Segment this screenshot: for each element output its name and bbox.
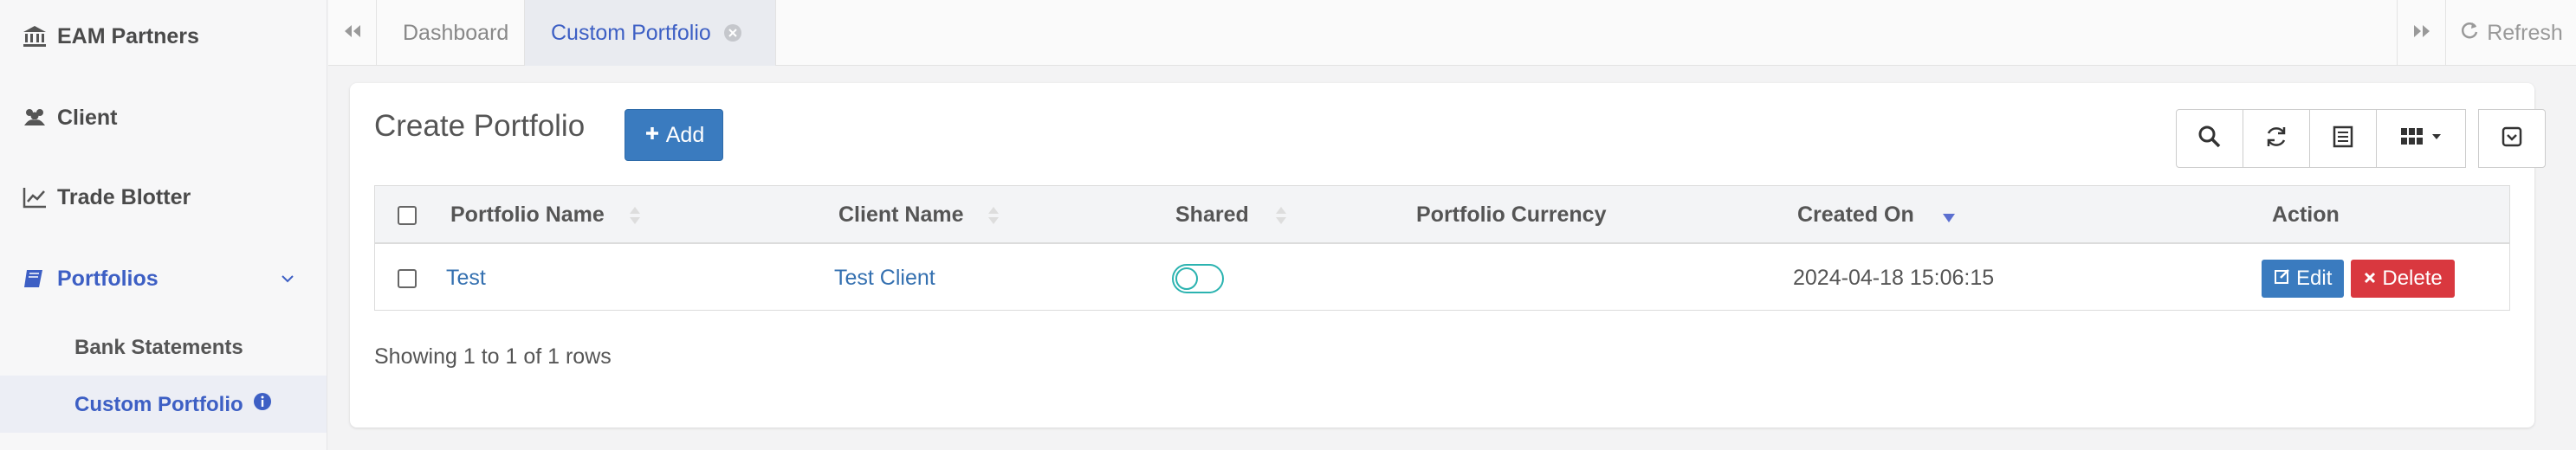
sort-icon bbox=[629, 205, 641, 226]
double-chevron-left-icon bbox=[341, 20, 364, 47]
column-shared[interactable]: Shared bbox=[1175, 186, 1287, 244]
tab-label: Dashboard bbox=[403, 20, 509, 45]
list-icon bbox=[2331, 125, 2355, 153]
sidebar-item-portfolios[interactable]: Portfolios bbox=[21, 261, 307, 296]
column-label: Created On bbox=[1797, 202, 1914, 227]
sidebar-subitem-label: Custom Portfolio bbox=[74, 392, 243, 416]
toggle-knob bbox=[1175, 267, 1198, 290]
edit-button-label: Edit bbox=[2296, 266, 2333, 290]
column-client-name[interactable]: Client Name bbox=[838, 186, 1000, 244]
column-label: Portfolio Currency bbox=[1416, 202, 1607, 227]
column-label: Portfolio Name bbox=[450, 202, 605, 227]
select-all-cell bbox=[398, 186, 417, 244]
refresh-table-button[interactable] bbox=[2243, 109, 2310, 168]
sidebar-item-eam-partners[interactable]: EAM Partners bbox=[21, 19, 199, 54]
book-icon bbox=[21, 265, 49, 292]
shared-toggle[interactable] bbox=[1172, 263, 1224, 293]
sidebar-item-client[interactable]: Client bbox=[21, 100, 117, 135]
delete-button[interactable]: Delete bbox=[2351, 259, 2455, 298]
grid-icon bbox=[2399, 125, 2424, 153]
columns-dropdown-button[interactable] bbox=[2376, 109, 2466, 168]
sidebar-subitem-custom-portfolio[interactable]: Custom Portfolio bbox=[74, 391, 273, 418]
search-icon bbox=[2197, 124, 2223, 154]
delete-button-label: Delete bbox=[2382, 266, 2443, 290]
column-label: Client Name bbox=[838, 202, 964, 227]
row-checkbox[interactable] bbox=[398, 268, 417, 288]
close-icon[interactable] bbox=[723, 23, 742, 42]
page-title: Create Portfolio bbox=[374, 109, 586, 143]
tab-bar: Dashboard Custom Portfolio Refresh bbox=[328, 0, 2576, 66]
export-dropdown-icon bbox=[2500, 125, 2524, 153]
action-cell: Edit Delete bbox=[2262, 246, 2455, 311]
add-button-label: Add bbox=[665, 122, 705, 147]
portfolio-name-link[interactable]: Test bbox=[446, 246, 486, 311]
portfolio-card: Create Portfolio Add Portfolio Name Clie… bbox=[350, 83, 2546, 428]
plus-icon bbox=[644, 123, 661, 148]
tab-scroll-left-button[interactable] bbox=[328, 0, 377, 66]
chevron-down-icon[interactable] bbox=[274, 265, 301, 292]
toggle-view-button[interactable] bbox=[2309, 109, 2377, 168]
edit-icon bbox=[2274, 267, 2291, 291]
tab-label: Custom Portfolio bbox=[551, 20, 711, 45]
sidebar-subitem-label: Bank Statements bbox=[74, 336, 243, 359]
caret-down-icon bbox=[2430, 131, 2443, 147]
double-chevron-right-icon bbox=[2411, 20, 2433, 47]
sort-icon bbox=[1275, 205, 1287, 226]
tab-dashboard[interactable]: Dashboard bbox=[377, 0, 525, 66]
sidebar-item-label: EAM Partners bbox=[57, 23, 199, 48]
refresh-button[interactable]: Refresh bbox=[2445, 0, 2576, 66]
row-select-cell bbox=[398, 246, 417, 311]
sidebar-item-label: Client bbox=[57, 105, 118, 130]
created-on-cell: 2024-04-18 15:06:15 bbox=[1793, 266, 1995, 290]
edit-button[interactable]: Edit bbox=[2262, 259, 2345, 298]
users-icon bbox=[21, 104, 49, 132]
tab-custom-portfolio[interactable]: Custom Portfolio bbox=[525, 0, 776, 66]
sort-desc-icon bbox=[1942, 205, 1956, 226]
sidebar: EAM Partners Client Trade Blotter Portfo… bbox=[0, 0, 327, 450]
table-toolbar bbox=[2176, 109, 2546, 168]
table-header: Portfolio Name Client Name Shared Portfo… bbox=[375, 186, 2509, 244]
column-created-on[interactable]: Created On bbox=[1797, 186, 1956, 244]
column-portfolio-currency[interactable]: Portfolio Currency bbox=[1416, 186, 1606, 244]
close-icon bbox=[2363, 267, 2377, 291]
info-icon[interactable] bbox=[252, 391, 273, 418]
column-action: Action bbox=[2272, 186, 2340, 244]
add-button[interactable]: Add bbox=[625, 109, 723, 161]
sidebar-subitem-bank-statements[interactable]: Bank Statements bbox=[74, 336, 243, 360]
column-label: Action bbox=[2272, 202, 2340, 227]
table-row: Test Test Client 2024-04-18 15:06:15 Edi… bbox=[375, 246, 2509, 311]
refresh-icon bbox=[2459, 20, 2480, 47]
column-portfolio-name[interactable]: Portfolio Name bbox=[450, 186, 641, 244]
sidebar-item-label: Trade Blotter bbox=[57, 184, 191, 209]
sidebar-item-label: Portfolios bbox=[57, 266, 159, 291]
client-name-link[interactable]: Test Client bbox=[834, 246, 935, 311]
pagination-info: Showing 1 to 1 of 1 rows bbox=[374, 344, 612, 369]
line-chart-icon bbox=[21, 183, 49, 211]
shared-cell bbox=[1172, 246, 1224, 311]
export-button[interactable] bbox=[2478, 109, 2546, 168]
bank-icon bbox=[21, 22, 49, 50]
sort-icon bbox=[987, 205, 1000, 226]
select-all-checkbox[interactable] bbox=[398, 205, 417, 225]
column-label: Shared bbox=[1175, 202, 1249, 227]
sidebar-item-trade-blotter[interactable]: Trade Blotter bbox=[21, 180, 191, 215]
sync-icon bbox=[2263, 124, 2289, 154]
search-button[interactable] bbox=[2176, 109, 2243, 168]
refresh-label: Refresh bbox=[2487, 20, 2563, 45]
portfolio-table: Portfolio Name Client Name Shared Portfo… bbox=[374, 185, 2510, 311]
tab-scroll-right-button[interactable] bbox=[2397, 0, 2445, 66]
